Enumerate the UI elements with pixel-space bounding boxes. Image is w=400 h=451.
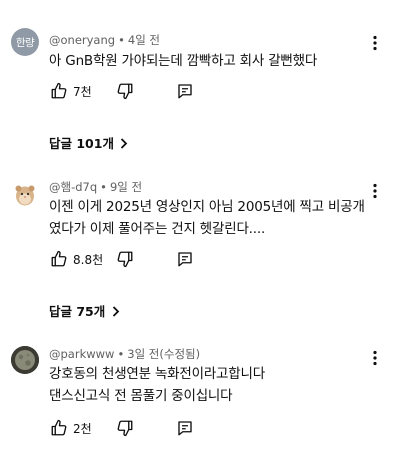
timestamp[interactable]: 9일 전	[110, 180, 142, 194]
author-name[interactable]: @oneryang	[49, 33, 115, 47]
comment-actions: 2천	[49, 417, 195, 439]
comment-meta: @parkwww • 3일 전(수정됨)	[49, 346, 200, 362]
author-name[interactable]: @햄-d7q	[49, 180, 97, 194]
meta-separator: •	[117, 347, 125, 361]
thumbs-down-icon[interactable]	[115, 81, 135, 101]
moon-avatar-icon	[11, 346, 39, 374]
more-vertical-icon[interactable]	[368, 34, 382, 52]
chevron-right-icon	[110, 304, 120, 319]
more-vertical-icon[interactable]	[368, 349, 382, 367]
comment-reply-icon[interactable]	[175, 249, 195, 269]
chevron-right-icon	[118, 136, 128, 151]
avatar[interactable]	[11, 180, 39, 208]
comment-meta: @oneryang • 4일 전	[49, 32, 160, 48]
comment-text: 아 GnB학원 가야되는데 깜빡하고 회사 갈뻔했다	[49, 50, 379, 72]
comment-reply-icon[interactable]	[175, 418, 195, 438]
thumbs-up-icon[interactable]	[49, 249, 69, 269]
thumbs-down-icon[interactable]	[115, 249, 135, 269]
replies-button[interactable]: 답글 75개	[49, 301, 120, 320]
replies-label: 답글 101개	[49, 136, 114, 151]
like-count: 7천	[73, 84, 92, 99]
replies-button[interactable]: 답글 101개	[49, 133, 128, 152]
comment-reply-icon[interactable]	[175, 81, 195, 101]
comment-line: 아 GnB학원 가야되는데 깜빡하고 회사 갈뻔했다	[49, 53, 318, 69]
timestamp[interactable]: 4일 전	[128, 33, 160, 47]
thumbs-up-icon[interactable]	[49, 81, 69, 101]
thumbs-up-icon[interactable]	[49, 418, 69, 438]
comment-line: 강호동의 천생연분 녹화전이라고합니다	[49, 366, 265, 382]
comment-text: 이젠 이게 2025년 영상인지 아님 2005년에 찍고 비공개 였다가 이제…	[49, 196, 379, 240]
thumbs-down-icon[interactable]	[115, 418, 135, 438]
meta-separator: •	[118, 33, 125, 47]
like-count: 8.8천	[73, 252, 104, 267]
hamster-avatar-icon	[15, 185, 35, 206]
comment-actions: 8.8천	[49, 248, 195, 270]
replies-label: 답글 75개	[49, 304, 106, 319]
comment-line: 이젠 이게 2025년 영상인지 아님 2005년에 찍고 비공개	[49, 199, 365, 215]
comment-line: 댄스신고식 전 몸풀기 중이십니다	[49, 388, 233, 404]
author-name[interactable]: @parkwww	[49, 347, 114, 361]
comment-text: 강호동의 천생연분 녹화전이라고합니다 댄스신고식 전 몸풀기 중이십니다	[49, 363, 379, 407]
meta-separator: •	[100, 180, 107, 194]
avatar[interactable]: 한량	[11, 28, 39, 56]
comment-line: 였다가 이제 풀어주는 건지 헷갈린다....	[49, 221, 266, 237]
avatar[interactable]	[11, 346, 39, 374]
comment-actions: 7천	[49, 80, 195, 102]
like-count: 2천	[73, 421, 92, 436]
more-vertical-icon[interactable]	[368, 182, 382, 200]
comment-meta: @햄-d7q • 9일 전	[49, 179, 142, 195]
timestamp[interactable]: 3일 전(수정됨)	[127, 347, 200, 361]
avatar-text: 한량	[15, 36, 35, 49]
